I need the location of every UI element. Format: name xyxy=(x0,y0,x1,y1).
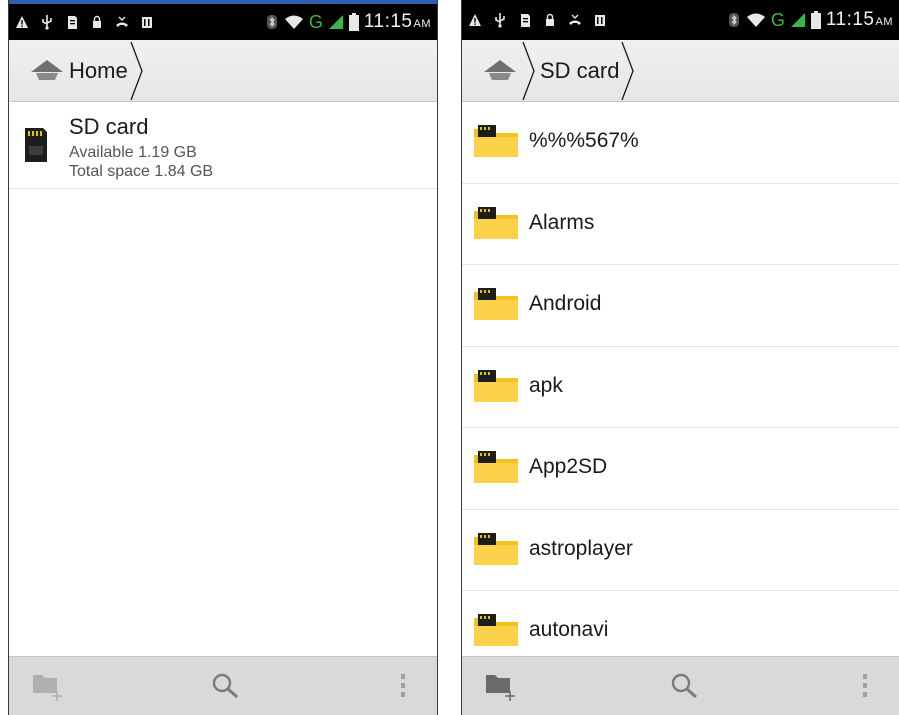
breadcrumb: SD card xyxy=(462,40,899,102)
folder-name: autonavi xyxy=(529,618,609,641)
chevron-right-icon xyxy=(621,41,635,100)
breadcrumb-sd-card[interactable]: SD card xyxy=(540,58,619,84)
status-right: G 11:15AM xyxy=(727,9,893,31)
lock-icon xyxy=(93,15,101,28)
bluetooth-icon xyxy=(728,13,739,27)
folder-icon xyxy=(474,125,518,157)
breadcrumb: Home xyxy=(9,40,437,102)
battery-icon xyxy=(810,11,821,29)
folder-name: %%%567% xyxy=(529,129,639,152)
clock-time: 11:15 xyxy=(363,11,413,32)
folder-row[interactable]: Alarms xyxy=(462,184,899,265)
storage-item-sd-card[interactable]: SD card Available 1.19 GB Total space 1.… xyxy=(9,102,437,189)
chevron-right-icon xyxy=(130,41,143,100)
file-manager-sd-card-screen: G 11:15AM SD card %%%567% Alarms Android… xyxy=(461,0,899,715)
network-type: G xyxy=(308,11,323,32)
bluetooth-icon xyxy=(266,15,277,29)
signal-icon xyxy=(328,15,343,29)
sd-status-icon xyxy=(521,14,530,27)
clock-ampm: AM xyxy=(413,18,431,30)
new-folder-button[interactable] xyxy=(29,667,69,705)
status-bar: G 11:15AM xyxy=(462,0,899,40)
folder-list: %%%567% Alarms Android apk App2SD astrop… xyxy=(462,102,899,657)
storage-list: SD card Available 1.19 GB Total space 1.… xyxy=(9,102,437,657)
status-right: G 11:15AM xyxy=(265,11,431,33)
lock-icon xyxy=(546,13,554,26)
search-icon xyxy=(212,673,238,699)
folder-row[interactable]: Android xyxy=(462,265,899,347)
battery-icon xyxy=(348,13,359,31)
notification-icons xyxy=(468,12,727,28)
clock-ampm: AM xyxy=(875,16,893,28)
status-bar: G 11:15AM xyxy=(9,0,437,40)
search-icon xyxy=(671,673,697,699)
clock-time: 11:15 xyxy=(825,9,875,30)
folder-name: apk xyxy=(529,373,563,397)
usb-icon xyxy=(495,13,505,28)
signal-icon xyxy=(790,13,805,27)
new-folder-icon xyxy=(33,675,62,701)
notification-icons xyxy=(15,14,265,30)
storage-icon xyxy=(595,15,605,26)
missed-call-icon xyxy=(116,16,128,27)
folder-name: Alarms xyxy=(529,210,595,234)
folder-row[interactable]: astroplayer xyxy=(462,510,899,591)
missed-call-icon xyxy=(569,14,581,25)
chevron-right-icon xyxy=(522,41,535,100)
folder-icon xyxy=(474,288,518,320)
overflow-menu-button[interactable] xyxy=(853,667,877,705)
network-type: G xyxy=(770,9,785,30)
new-folder-button[interactable] xyxy=(482,667,522,705)
sd-status-icon xyxy=(68,16,77,29)
storage-icon xyxy=(142,17,152,28)
storage-total: Total space 1.84 GB xyxy=(69,163,214,180)
new-folder-icon xyxy=(486,675,515,701)
folder-name: App2SD xyxy=(529,455,608,478)
home-icon[interactable] xyxy=(480,56,520,86)
folder-name: astroplayer xyxy=(529,536,633,560)
warning-icon xyxy=(16,16,28,28)
clock: 11:15AM xyxy=(826,9,893,31)
folder-name: Android xyxy=(529,292,602,315)
folder-icon xyxy=(474,451,518,483)
search-button[interactable] xyxy=(205,667,245,705)
warning-icon xyxy=(469,14,481,26)
breadcrumb-home[interactable]: Home xyxy=(69,58,128,84)
folder-icon xyxy=(474,614,518,646)
clock: 11:15AM xyxy=(364,11,431,33)
folder-row[interactable]: autonavi xyxy=(462,591,899,657)
folder-row[interactable]: App2SD xyxy=(462,428,899,510)
home-icon[interactable] xyxy=(27,56,67,86)
usb-icon xyxy=(42,15,52,30)
folder-icon xyxy=(474,369,518,402)
overflow-menu-button[interactable] xyxy=(391,667,415,705)
folder-row[interactable]: apk xyxy=(462,347,899,428)
storage-available: Available 1.19 GB xyxy=(69,144,197,161)
sd-card-icon xyxy=(25,128,47,162)
overflow-menu-icon xyxy=(401,674,405,697)
overflow-menu-icon xyxy=(863,674,867,697)
wifi-icon xyxy=(284,15,303,29)
action-bar xyxy=(9,656,437,715)
search-button[interactable] xyxy=(664,667,704,705)
wifi-icon xyxy=(746,13,765,27)
action-bar xyxy=(462,656,899,715)
storage-name: SD card xyxy=(69,114,149,139)
folder-row[interactable]: %%%567% xyxy=(462,102,899,184)
folder-icon xyxy=(474,532,518,565)
folder-icon xyxy=(474,206,518,239)
file-manager-home-screen: G 11:15AM Home SD card Available 1.19 GB… xyxy=(8,0,438,715)
